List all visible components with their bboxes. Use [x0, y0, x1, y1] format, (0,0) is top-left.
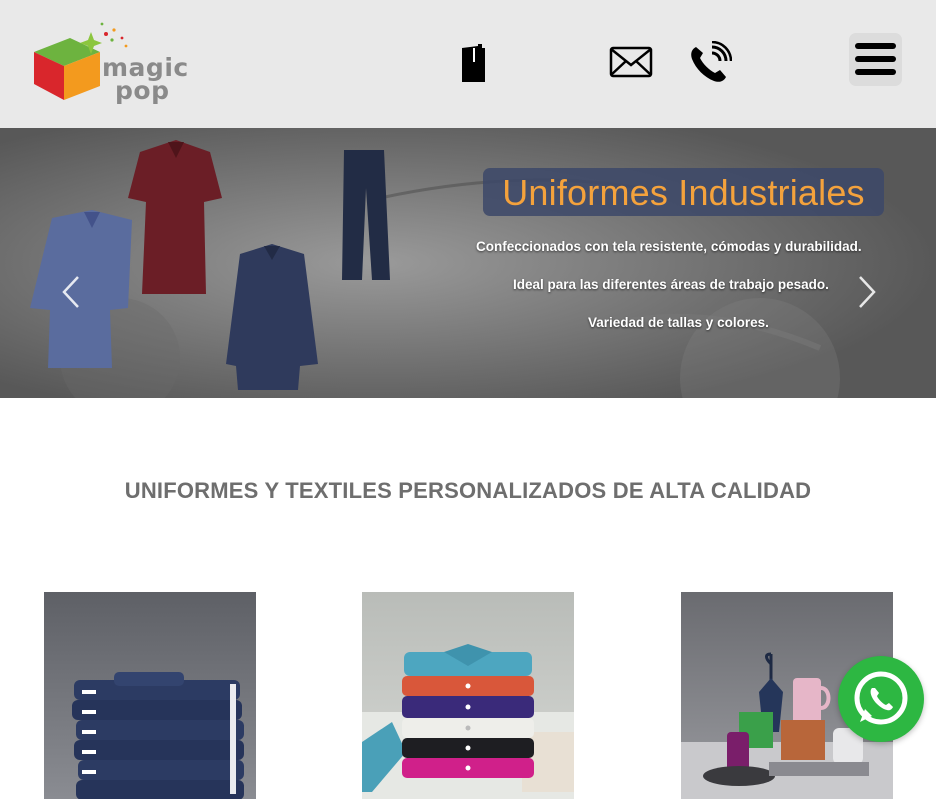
site-header: magic pop — [0, 0, 936, 128]
hero-title: Uniformes Industriales — [502, 172, 865, 213]
phone-icon[interactable] — [688, 41, 732, 85]
hamburger-menu-button[interactable] — [849, 33, 902, 86]
hamburger-menu-icon — [855, 43, 896, 49]
hero-title-box: Uniformes Industriales — [483, 168, 884, 216]
hero-line-3: Variedad de tallas y colores. — [588, 315, 769, 330]
slider-next-arrow-icon[interactable] — [856, 274, 878, 310]
hero-line-2: Ideal para las diferentes áreas de traba… — [513, 277, 829, 292]
whatsapp-button[interactable] — [838, 656, 924, 742]
slider-prev-arrow-icon[interactable] — [60, 274, 82, 310]
catalog-icon[interactable] — [458, 42, 488, 84]
hero-line-1: Confeccionados con tela resistente, cómo… — [476, 239, 862, 254]
mail-icon[interactable] — [609, 46, 653, 78]
stacked-colored-polo-shirts-image — [362, 592, 574, 799]
hero-slider: Uniformes Industriales Confeccionados co… — [0, 128, 936, 398]
stacked-navy-uniforms-image — [44, 592, 256, 799]
product-card-polo-shirts[interactable] — [362, 592, 574, 799]
section-title: UNIFORMES Y TEXTILES PERSONALIZADOS DE A… — [124, 478, 812, 503]
logo-word-pop: pop — [115, 76, 170, 105]
whatsapp-icon — [854, 671, 908, 725]
magic-pop-logo[interactable]: magic pop — [30, 20, 188, 106]
product-card-uniforms[interactable] — [44, 592, 256, 799]
